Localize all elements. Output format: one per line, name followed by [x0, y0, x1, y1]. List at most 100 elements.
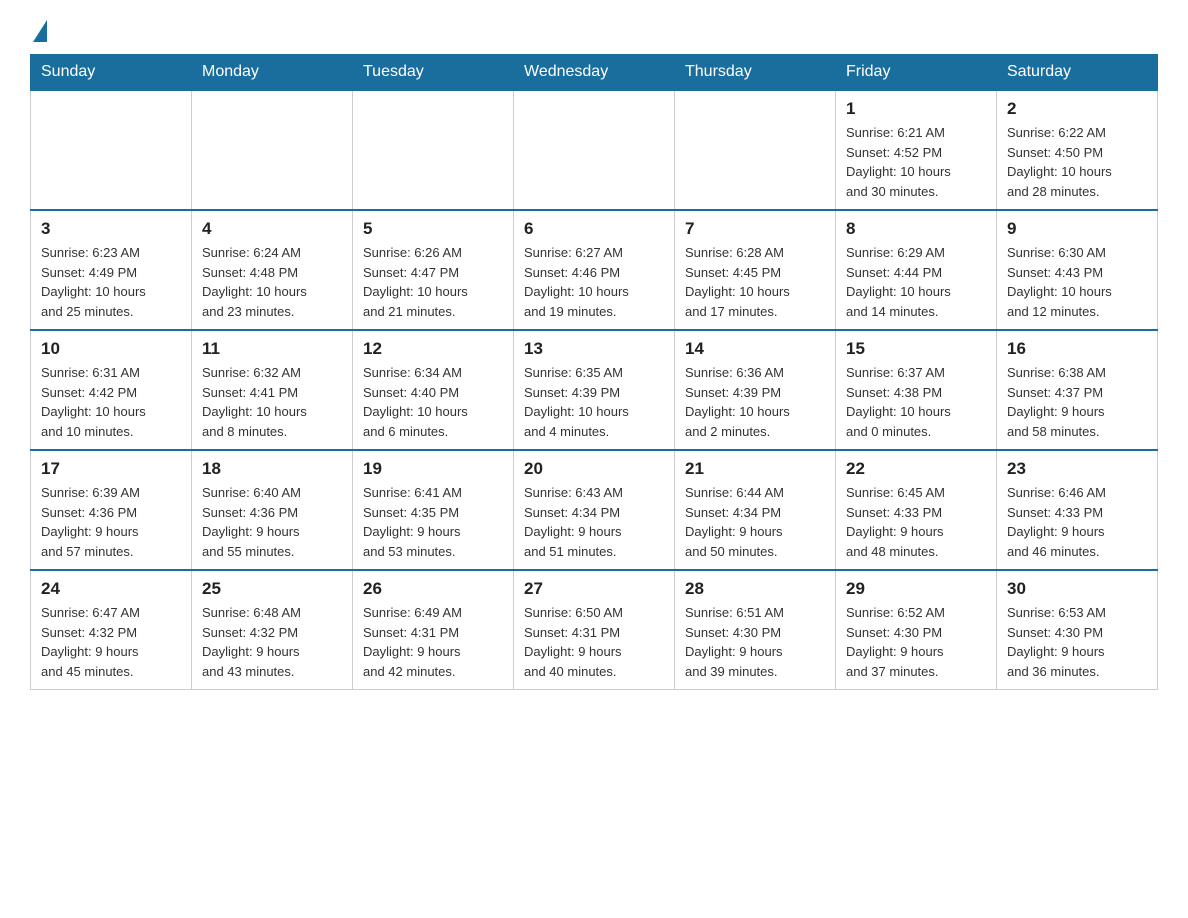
weekday-header-wednesday: Wednesday — [514, 55, 675, 91]
day-info: Sunrise: 6:27 AM Sunset: 4:46 PM Dayligh… — [524, 243, 664, 321]
calendar-cell: 9 Sunrise: 6:30 AM Sunset: 4:43 PM Daylig… — [997, 210, 1158, 330]
weekday-header-thursday: Thursday — [675, 55, 836, 91]
day-info: Sunrise: 6:50 AM Sunset: 4:31 PM Dayligh… — [524, 603, 664, 681]
calendar-cell: 21 Sunrise: 6:44 AM Sunset: 4:34 PM Dayli… — [675, 450, 836, 570]
calendar-cell: 8 Sunrise: 6:29 AM Sunset: 4:44 PM Daylig… — [836, 210, 997, 330]
calendar-cell — [675, 90, 836, 210]
calendar-cell: 28Sunrise: 6:51 AM Sunset: 4:30 PM Dayli… — [675, 570, 836, 690]
day-number: 21 — [685, 459, 825, 479]
calendar-cell: 29 Sunrise: 6:52 AM Sunset: 4:30 PM Dayli… — [836, 570, 997, 690]
calendar-cell: 16 Sunrise: 6:38 AM Sunset: 4:37 PM Dayli… — [997, 330, 1158, 450]
calendar-cell: 24 Sunrise: 6:47 AM Sunset: 4:32 PM Dayli… — [31, 570, 192, 690]
day-info: Sunrise: 6:49 AM Sunset: 4:31 PM Dayligh… — [363, 603, 503, 681]
day-info: Sunrise: 6:26 AM Sunset: 4:47 PM Dayligh… — [363, 243, 503, 321]
day-info: Sunrise: 6:29 AM Sunset: 4:44 PM Dayligh… — [846, 243, 986, 321]
day-info: Sunrise: 6:44 AM Sunset: 4:34 PM Dayligh… — [685, 483, 825, 561]
day-number: 3 — [41, 219, 181, 239]
day-number: 29 — [846, 579, 986, 599]
day-number: 23 — [1007, 459, 1147, 479]
day-number: 4 — [202, 219, 342, 239]
calendar-cell: 17 Sunrise: 6:39 AM Sunset: 4:36 PM Dayli… — [31, 450, 192, 570]
day-number: 1 — [846, 99, 986, 119]
day-number: 22 — [846, 459, 986, 479]
logo-triangle-icon — [33, 20, 47, 42]
day-number: 18 — [202, 459, 342, 479]
day-number: 15 — [846, 339, 986, 359]
calendar-cell: 25 Sunrise: 6:48 AM Sunset: 4:32 PM Dayli… — [192, 570, 353, 690]
day-info: Sunrise: 6:32 AM Sunset: 4:41 PM Dayligh… — [202, 363, 342, 441]
day-number: 25 — [202, 579, 342, 599]
calendar-table: SundayMondayTuesdayWednesdayThursdayFrid… — [30, 54, 1158, 690]
day-info: Sunrise: 6:30 AM Sunset: 4:43 PM Dayligh… — [1007, 243, 1147, 321]
day-info: Sunrise: 6:48 AM Sunset: 4:32 PM Dayligh… — [202, 603, 342, 681]
weekday-header-friday: Friday — [836, 55, 997, 91]
day-info: Sunrise: 6:53 AM Sunset: 4:30 PM Dayligh… — [1007, 603, 1147, 681]
day-number: 16 — [1007, 339, 1147, 359]
day-info: Sunrise: 6:40 AM Sunset: 4:36 PM Dayligh… — [202, 483, 342, 561]
day-info: Sunrise: 6:41 AM Sunset: 4:35 PM Dayligh… — [363, 483, 503, 561]
calendar-cell — [31, 90, 192, 210]
calendar-cell: 30 Sunrise: 6:53 AM Sunset: 4:30 PM Dayli… — [997, 570, 1158, 690]
calendar-cell: 12 Sunrise: 6:34 AM Sunset: 4:40 PM Dayli… — [353, 330, 514, 450]
calendar-week-row: 10 Sunrise: 6:31 AM Sunset: 4:42 PM Dayli… — [31, 330, 1158, 450]
calendar-cell: 11Sunrise: 6:32 AM Sunset: 4:41 PM Dayli… — [192, 330, 353, 450]
calendar-cell: 20 Sunrise: 6:43 AM Sunset: 4:34 PM Dayli… — [514, 450, 675, 570]
day-info: Sunrise: 6:34 AM Sunset: 4:40 PM Dayligh… — [363, 363, 503, 441]
calendar-cell — [514, 90, 675, 210]
calendar-cell: 26 Sunrise: 6:49 AM Sunset: 4:31 PM Dayli… — [353, 570, 514, 690]
day-number: 14 — [685, 339, 825, 359]
calendar-cell: 23 Sunrise: 6:46 AM Sunset: 4:33 PM Dayli… — [997, 450, 1158, 570]
day-info: Sunrise: 6:22 AM Sunset: 4:50 PM Dayligh… — [1007, 123, 1147, 201]
day-number: 30 — [1007, 579, 1147, 599]
day-info: Sunrise: 6:39 AM Sunset: 4:36 PM Dayligh… — [41, 483, 181, 561]
calendar-cell: 1 Sunrise: 6:21 AM Sunset: 4:52 PM Daylig… — [836, 90, 997, 210]
day-number: 8 — [846, 219, 986, 239]
calendar-cell: 6 Sunrise: 6:27 AM Sunset: 4:46 PM Daylig… — [514, 210, 675, 330]
day-info: Sunrise: 6:37 AM Sunset: 4:38 PM Dayligh… — [846, 363, 986, 441]
day-info: Sunrise: 6:21 AM Sunset: 4:52 PM Dayligh… — [846, 123, 986, 201]
calendar-cell: 4 Sunrise: 6:24 AM Sunset: 4:48 PM Daylig… — [192, 210, 353, 330]
calendar-cell — [353, 90, 514, 210]
day-info: Sunrise: 6:43 AM Sunset: 4:34 PM Dayligh… — [524, 483, 664, 561]
calendar-cell: 3 Sunrise: 6:23 AM Sunset: 4:49 PM Daylig… — [31, 210, 192, 330]
day-number: 12 — [363, 339, 503, 359]
calendar-cell: 10 Sunrise: 6:31 AM Sunset: 4:42 PM Dayli… — [31, 330, 192, 450]
calendar-week-row: 24 Sunrise: 6:47 AM Sunset: 4:32 PM Dayli… — [31, 570, 1158, 690]
weekday-header-row: SundayMondayTuesdayWednesdayThursdayFrid… — [31, 55, 1158, 91]
day-info: Sunrise: 6:36 AM Sunset: 4:39 PM Dayligh… — [685, 363, 825, 441]
calendar-week-row: 17 Sunrise: 6:39 AM Sunset: 4:36 PM Dayli… — [31, 450, 1158, 570]
calendar-cell: 14 Sunrise: 6:36 AM Sunset: 4:39 PM Dayli… — [675, 330, 836, 450]
day-info: Sunrise: 6:38 AM Sunset: 4:37 PM Dayligh… — [1007, 363, 1147, 441]
day-number: 7 — [685, 219, 825, 239]
day-info: Sunrise: 6:35 AM Sunset: 4:39 PM Dayligh… — [524, 363, 664, 441]
day-info: Sunrise: 6:52 AM Sunset: 4:30 PM Dayligh… — [846, 603, 986, 681]
day-number: 26 — [363, 579, 503, 599]
calendar-cell — [192, 90, 353, 210]
day-info: Sunrise: 6:46 AM Sunset: 4:33 PM Dayligh… — [1007, 483, 1147, 561]
day-info: Sunrise: 6:23 AM Sunset: 4:49 PM Dayligh… — [41, 243, 181, 321]
calendar-cell: 19 Sunrise: 6:41 AM Sunset: 4:35 PM Dayli… — [353, 450, 514, 570]
day-number: 9 — [1007, 219, 1147, 239]
calendar-cell: 18 Sunrise: 6:40 AM Sunset: 4:36 PM Dayli… — [192, 450, 353, 570]
day-info: Sunrise: 6:31 AM Sunset: 4:42 PM Dayligh… — [41, 363, 181, 441]
day-info: Sunrise: 6:45 AM Sunset: 4:33 PM Dayligh… — [846, 483, 986, 561]
day-info: Sunrise: 6:47 AM Sunset: 4:32 PM Dayligh… — [41, 603, 181, 681]
day-number: 24 — [41, 579, 181, 599]
day-info: Sunrise: 6:24 AM Sunset: 4:48 PM Dayligh… — [202, 243, 342, 321]
day-number: 6 — [524, 219, 664, 239]
day-number: 10 — [41, 339, 181, 359]
weekday-header-sunday: Sunday — [31, 55, 192, 91]
calendar-week-row: 1 Sunrise: 6:21 AM Sunset: 4:52 PM Daylig… — [31, 90, 1158, 210]
calendar-cell: 13Sunrise: 6:35 AM Sunset: 4:39 PM Dayli… — [514, 330, 675, 450]
day-number: 20 — [524, 459, 664, 479]
day-number: 17 — [41, 459, 181, 479]
weekday-header-monday: Monday — [192, 55, 353, 91]
calendar-cell: 15 Sunrise: 6:37 AM Sunset: 4:38 PM Dayli… — [836, 330, 997, 450]
calendar-cell: 5 Sunrise: 6:26 AM Sunset: 4:47 PM Daylig… — [353, 210, 514, 330]
calendar-week-row: 3 Sunrise: 6:23 AM Sunset: 4:49 PM Daylig… — [31, 210, 1158, 330]
calendar-cell: 7Sunrise: 6:28 AM Sunset: 4:45 PM Daylig… — [675, 210, 836, 330]
day-number: 19 — [363, 459, 503, 479]
day-number: 5 — [363, 219, 503, 239]
calendar-cell: 22 Sunrise: 6:45 AM Sunset: 4:33 PM Dayli… — [836, 450, 997, 570]
day-number: 27 — [524, 579, 664, 599]
